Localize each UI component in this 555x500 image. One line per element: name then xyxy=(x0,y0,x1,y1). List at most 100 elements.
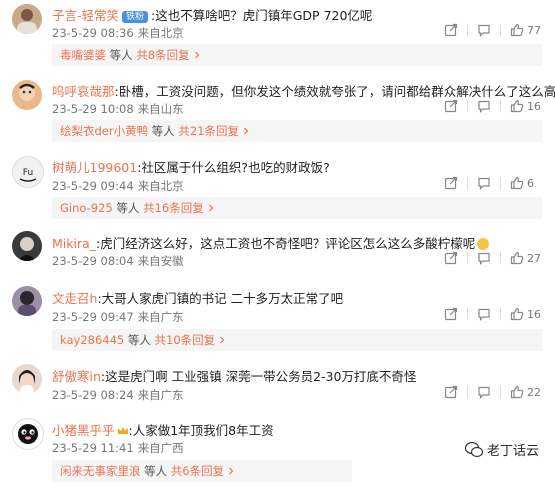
like-count: 77 xyxy=(527,23,541,37)
comment-time: 23-5-29 11:41 xyxy=(52,441,134,455)
reply-user[interactable]: Gino-925 xyxy=(60,201,113,215)
reply-suffix: 等人 xyxy=(109,48,133,62)
reply-user[interactable]: 闲来无事家里浪 xyxy=(60,464,141,478)
share-icon[interactable] xyxy=(444,251,458,265)
comment-location: 来自北京 xyxy=(137,26,184,40)
comment-username[interactable]: Mikira_ xyxy=(52,236,96,251)
reply-count[interactable]: 共10条回复 xyxy=(155,333,216,347)
comment-time: 23-5-29 09:44 xyxy=(52,179,134,193)
comment-time: 23-5-29 10:08 xyxy=(52,102,134,116)
share-icon[interactable] xyxy=(444,307,458,321)
comment-icon[interactable] xyxy=(477,23,491,37)
comment-text: :卧槽，工资没问题，但你发这个绩效就夸张了，请问都给群众解决什么了这么高绩效 xyxy=(114,84,555,99)
reply-count[interactable]: 共6条回复 xyxy=(171,464,224,478)
reply-count[interactable]: 共8条回复 xyxy=(136,48,189,62)
reply-chevron-icon xyxy=(229,467,234,475)
reply-user[interactable]: 毒嘴婆婆 xyxy=(60,48,106,62)
crown-icon xyxy=(117,427,128,434)
comment-location: 来自广西 xyxy=(137,441,184,455)
comment-time: 23-5-29 09:47 xyxy=(52,310,134,324)
reply-user[interactable]: 绘梨衣der小黄鸭 xyxy=(60,124,148,138)
like-icon[interactable]: 6 xyxy=(510,176,541,190)
comment-username[interactable]: 文走召h xyxy=(52,291,97,306)
like-count: 22 xyxy=(527,385,541,399)
comment-meta: 23-5-29 09:47 来自广东 xyxy=(52,309,184,325)
reply-summary[interactable]: 毒嘴婆婆 等人 共8条回复 xyxy=(52,44,542,66)
comment-text: :虎门经济这么好，这点工资也不奇怪吧？评论区怎么这么多酸柠檬呢 xyxy=(96,236,476,251)
avatar[interactable] xyxy=(12,4,42,34)
comment-actions: 22 xyxy=(444,385,541,399)
comment-text: :这是虎门啊 工业强镇 深莞一带公务员2-30万打底不奇怪 xyxy=(100,369,417,384)
reply-suffix: 等人 xyxy=(144,464,168,478)
comment-username[interactable]: 呜呼哀哉那 xyxy=(52,84,115,99)
reply-summary[interactable]: kay286445 等人 共10条回复 xyxy=(52,329,542,351)
comment-username[interactable]: 子言-轻常笑 xyxy=(52,8,119,23)
comment-location: 来自广东 xyxy=(137,310,184,324)
comment-time: 23-5-29 08:36 xyxy=(52,26,134,40)
like-count: 16 xyxy=(527,99,541,113)
comment-actions: 77 xyxy=(444,23,541,37)
avatar[interactable]: Fu xyxy=(12,156,44,188)
like-icon[interactable]: 27 xyxy=(510,251,541,265)
like-count: 27 xyxy=(527,251,541,265)
reply-user[interactable]: kay286445 xyxy=(60,333,124,347)
comment-time: 23-5-29 08:24 xyxy=(52,388,134,402)
reply-suffix: 等人 xyxy=(116,201,140,215)
comment-username[interactable]: 树萌儿199601 xyxy=(52,160,137,175)
share-icon[interactable] xyxy=(444,385,458,399)
avatar[interactable] xyxy=(12,80,42,110)
reply-chevron-icon xyxy=(220,336,225,344)
comment-meta: 23-5-29 11:41 来自广西 xyxy=(52,440,184,456)
reply-summary[interactable]: 闲来无事家里浪 等人 共6条回复 xyxy=(52,460,352,482)
comment-meta: 23-5-29 08:24 来自广东 xyxy=(52,387,184,403)
comment-location: 来自山东 xyxy=(137,102,184,116)
share-icon[interactable] xyxy=(444,176,458,190)
like-icon[interactable]: 16 xyxy=(510,99,541,113)
like-icon[interactable]: 77 xyxy=(510,23,541,37)
like-icon[interactable]: 16 xyxy=(510,307,541,321)
comment-location: 来自北京 xyxy=(137,179,184,193)
reply-count[interactable]: 共16条回复 xyxy=(143,201,204,215)
share-icon[interactable] xyxy=(444,99,458,113)
like-icon[interactable]: 22 xyxy=(510,385,541,399)
avatar[interactable] xyxy=(12,231,42,261)
comment-text: :大哥人家虎门镇的书记 二十多万太正常了吧 xyxy=(97,291,344,306)
comment-feed: 子言-轻常笑 铁粉:这也不算啥吧？虎门镇年GDP 720亿呢 23-5-29 08… xyxy=(0,0,555,500)
reply-suffix: 等人 xyxy=(127,333,151,347)
avatar[interactable] xyxy=(12,286,42,316)
reply-count[interactable]: 共21条回复 xyxy=(178,124,239,138)
comment-text: :社区属于什么组织?也吃的财政饭? xyxy=(137,160,330,175)
reply-chevron-icon xyxy=(194,51,199,59)
reply-chevron-icon xyxy=(244,127,249,135)
reply-suffix: 等人 xyxy=(151,124,175,138)
avatar[interactable] xyxy=(12,364,42,394)
comment-meta: 23-5-29 10:08 来自山东 xyxy=(52,101,184,117)
fan-badge: 铁粉 xyxy=(122,11,149,23)
comment-text: :这也不算啥吧？虎门镇年GDP 720亿呢 xyxy=(151,8,373,23)
avatar[interactable] xyxy=(12,418,44,450)
comment-text: :人家做1年顶我们8年工资 xyxy=(128,423,274,438)
watermark: 老丁话云 xyxy=(464,440,539,459)
comment-meta: 23-5-29 08:04 来自安徽 xyxy=(52,253,184,269)
watermark-text: 老丁话云 xyxy=(486,444,539,459)
comment-username[interactable]: 小猪黑乎乎 xyxy=(52,423,115,438)
comment-meta: 23-5-29 08:36 来自北京 xyxy=(52,25,184,41)
comment-time: 23-5-29 08:04 xyxy=(52,254,134,268)
comment-icon[interactable] xyxy=(477,385,491,399)
comment-icon[interactable] xyxy=(477,176,491,190)
comment-username[interactable]: 舒傲寒in xyxy=(52,369,101,384)
like-count: 16 xyxy=(527,307,541,321)
svg-text:Fu: Fu xyxy=(23,168,33,178)
comment-icon[interactable] xyxy=(477,251,491,265)
comment-actions: 27 xyxy=(444,251,541,265)
comment-location: 来自安徽 xyxy=(137,254,184,268)
reply-summary[interactable]: 绘梨衣der小黄鸭 等人 共21条回复 xyxy=(52,120,542,142)
comment-icon[interactable] xyxy=(477,99,491,113)
comment-location: 来自广东 xyxy=(137,388,184,402)
comment-actions: 16 xyxy=(444,99,541,113)
share-icon[interactable] xyxy=(444,23,458,37)
reply-summary[interactable]: Gino-925 等人 共16条回复 xyxy=(52,197,542,219)
emoji-icon xyxy=(477,238,490,250)
like-count: 6 xyxy=(527,176,534,190)
comment-icon[interactable] xyxy=(477,307,491,321)
